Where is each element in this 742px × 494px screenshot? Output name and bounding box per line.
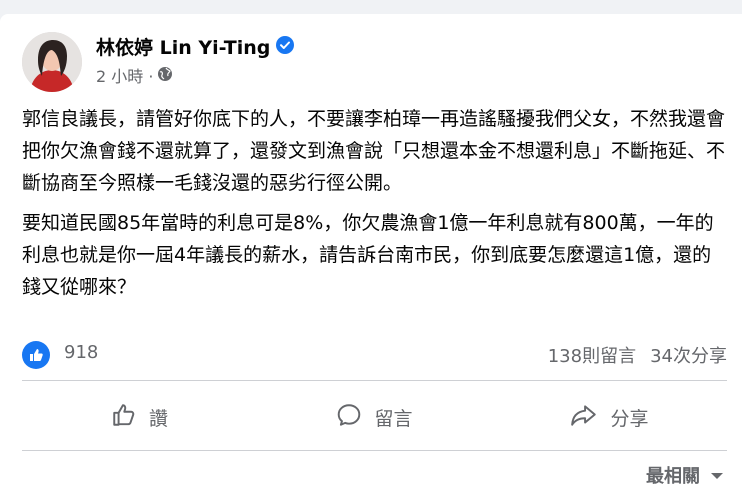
post-actions: 讚 留言 分享 [22,392,727,442]
engagement-stats: 138則留言 34次分享 [548,342,727,368]
like-count[interactable]: 918 [64,342,98,363]
divider [22,450,727,451]
post-paragraph-1: 郭信良議長，請管好你底下的人，不要讓李柏璋一再造謠騷擾我們父女，不然我還會把你欠… [22,108,726,194]
comment-count[interactable]: 138則留言 [548,342,636,368]
like-button[interactable]: 讚 [22,392,257,442]
author-name[interactable]: 林依婷 Lin Yi-Ting [96,36,295,60]
avatar[interactable] [22,32,82,92]
comment-button-label: 留言 [374,407,413,430]
verified-icon [276,36,295,60]
post-meta: 2 小時 · [96,66,173,88]
post-card: 林依婷 Lin Yi-Ting 2 小時 · 郭信良議長，請管好你底下的人，不要… [0,14,742,494]
author-label[interactable]: 林依婷 Lin Yi-Ting [96,36,270,60]
share-button-label: 分享 [610,407,649,430]
thumbs-up-icon [111,402,137,433]
globe-icon[interactable] [157,66,173,88]
share-button[interactable]: 分享 [492,392,727,442]
post-text: 郭信良議長，請管好你底下的人，不要讓李柏璋一再造謠騷擾我們父女，不然我還會把你欠… [22,103,727,311]
post-paragraph-2: 要知道民國85年當時的利息可是8%，你欠農漁會1億一年利息就有800萬，一年的利… [22,212,714,298]
post-header: 林依婷 Lin Yi-Ting 2 小時 · [22,32,722,96]
comment-icon [336,402,362,433]
post-stats: 918 138則留言 34次分享 [22,339,727,371]
comment-button[interactable]: 留言 [257,392,492,442]
caret-down-icon [710,465,724,486]
like-button-label: 讚 [148,407,168,430]
share-count[interactable]: 34次分享 [650,342,727,368]
comment-sort-dropdown[interactable]: 最相關 [646,462,724,488]
like-reaction-icon[interactable] [22,341,50,369]
sort-label: 最相關 [646,466,700,487]
share-arrow-icon [570,402,598,433]
post-time[interactable]: 2 小時 · [96,66,153,88]
divider [22,380,727,381]
